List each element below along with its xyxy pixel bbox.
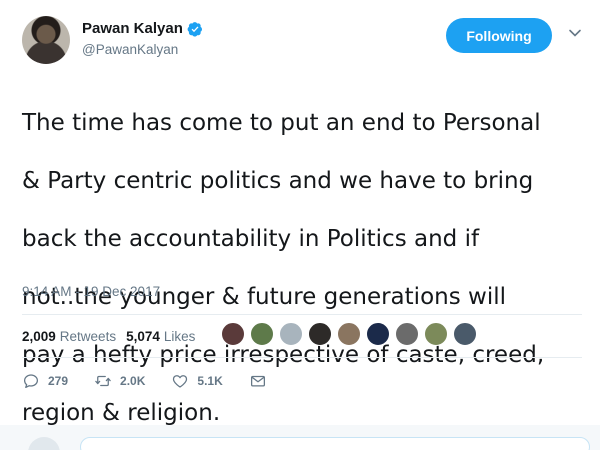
like-count: 5.1K	[197, 374, 223, 388]
envelope-icon	[250, 375, 265, 387]
retweet-icon	[95, 375, 111, 387]
tweet-text-line: region & religion.	[22, 400, 221, 426]
heart-icon	[173, 375, 188, 388]
tweet-text-line: back the accountability in Politics and …	[22, 226, 480, 252]
tweet-stats: 2,009 Retweets 5,074 Likes	[22, 329, 205, 344]
like-action[interactable]: 5.1K	[171, 372, 223, 390]
likes-count[interactable]: 5,074	[126, 329, 160, 344]
liker-avatars	[221, 322, 482, 346]
tweet-text-line: The time has come to put an end to Perso…	[22, 110, 541, 136]
direct-message-action[interactable]	[249, 372, 275, 390]
reply-input[interactable]	[80, 437, 590, 450]
user-name[interactable]: Pawan Kalyan	[82, 20, 183, 37]
tweet-text: The time has come to put an end to Perso…	[22, 80, 588, 450]
liker-avatar[interactable]	[395, 322, 419, 346]
reply-action[interactable]: 279	[22, 372, 68, 390]
liker-avatar[interactable]	[221, 322, 245, 346]
retweets-count[interactable]: 2,009	[22, 329, 56, 344]
verified-badge-icon	[187, 21, 202, 37]
likes-label[interactable]: Likes	[164, 329, 196, 344]
retweets-label[interactable]: Retweets	[60, 329, 116, 344]
liker-avatar[interactable]	[453, 322, 477, 346]
liker-avatar[interactable]	[308, 322, 332, 346]
liker-avatar[interactable]	[366, 322, 390, 346]
user-avatar[interactable]	[22, 16, 70, 64]
user-handle[interactable]: @PawanKalyan	[82, 42, 178, 57]
tweet-actions: 279 2.0K 5.1K	[22, 372, 301, 390]
following-button[interactable]: Following	[446, 18, 552, 53]
liker-avatar[interactable]	[337, 322, 361, 346]
divider	[22, 357, 582, 358]
divider	[22, 314, 582, 315]
tweet-timestamp[interactable]: 9:14 AM - 19 Dec 2017	[22, 284, 160, 299]
chevron-down-icon[interactable]	[568, 26, 582, 40]
reply-count: 279	[48, 374, 69, 388]
tweet-header: Pawan Kalyan @PawanKalyan Following	[22, 14, 582, 64]
liker-avatar[interactable]	[279, 322, 303, 346]
retweet-count: 2.0K	[120, 374, 146, 388]
reply-icon	[23, 374, 39, 389]
tweet-text-line: & Party centric politics and we have to …	[22, 168, 534, 194]
liker-avatar[interactable]	[424, 322, 448, 346]
name-row: Pawan Kalyan	[82, 20, 203, 37]
liker-avatar[interactable]	[250, 322, 274, 346]
retweet-action[interactable]: 2.0K	[94, 372, 145, 390]
